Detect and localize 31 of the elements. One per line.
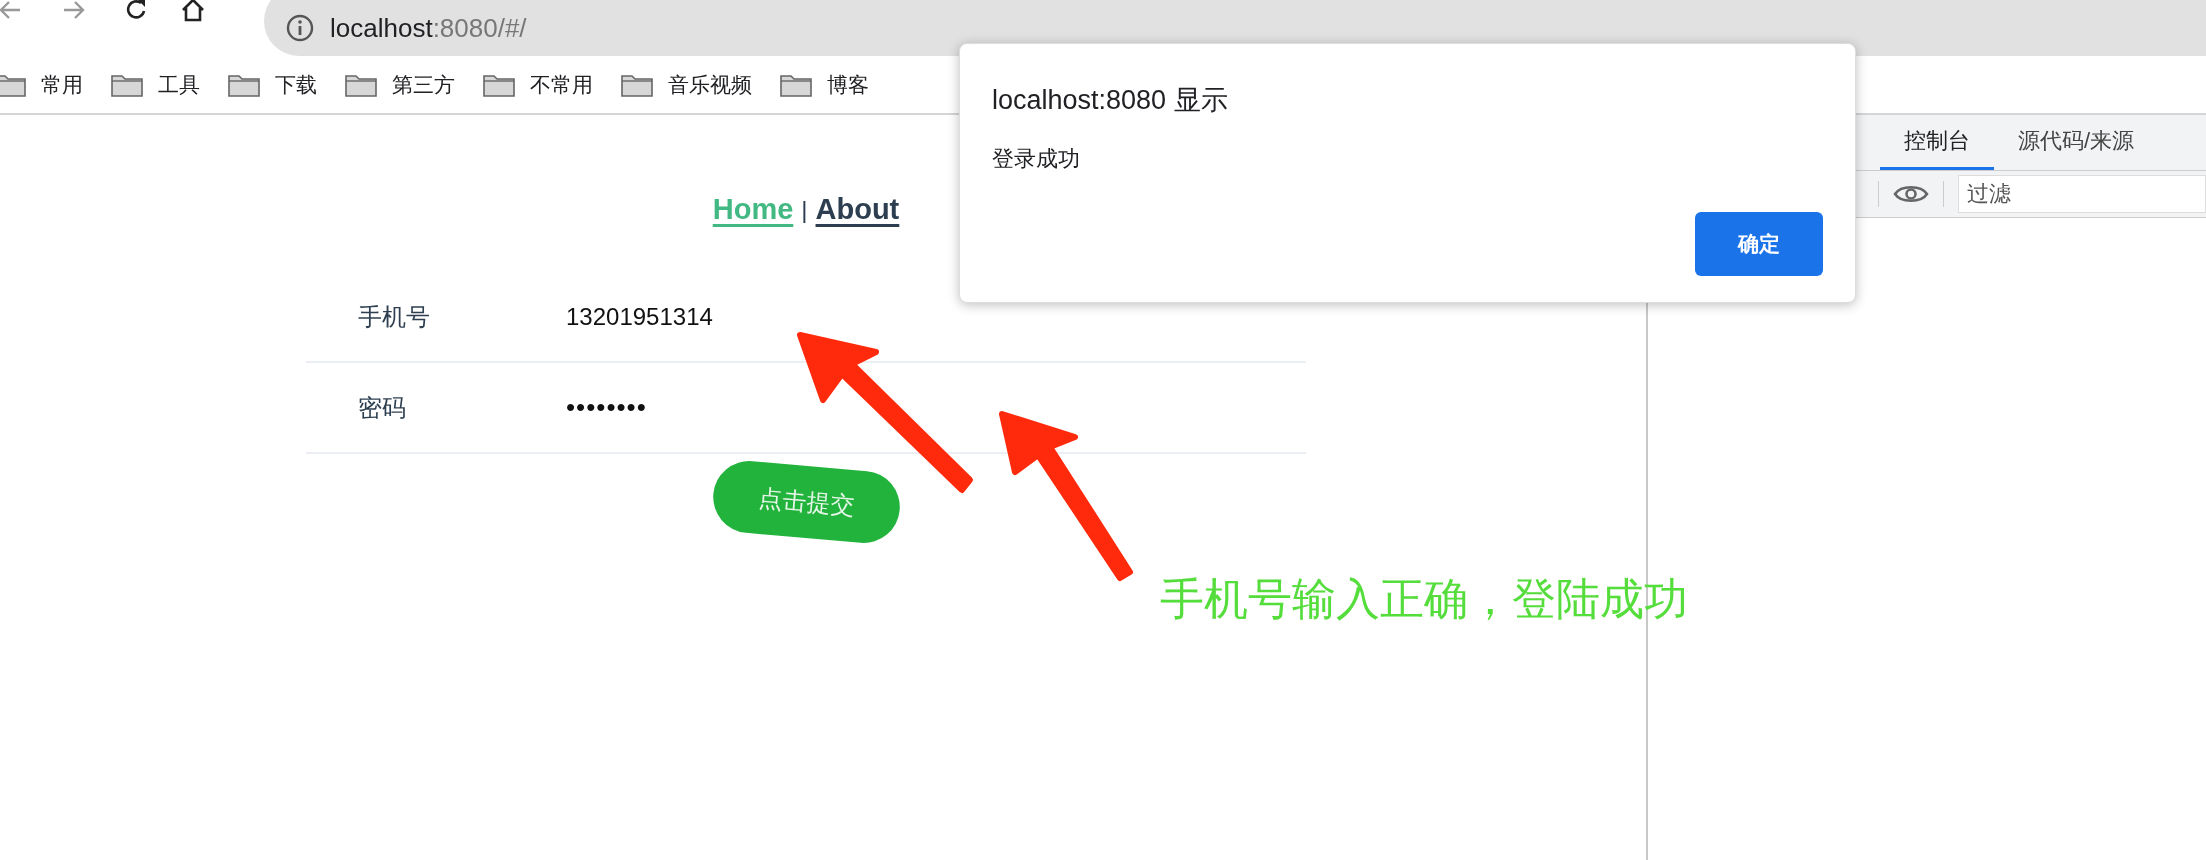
dialog-message: 登录成功: [992, 145, 1081, 173]
bookmark[interactable]: 音乐视频: [621, 71, 752, 99]
bookmark[interactable]: 工具: [111, 71, 200, 99]
annotation-text: 手机号输入正确，登陆成功: [1160, 573, 1688, 625]
dialog-title: localhost:8080 显示: [992, 84, 1229, 117]
bookmark[interactable]: 博客: [780, 71, 869, 99]
nav-separator: |: [801, 195, 808, 224]
bookmark[interactable]: 第三方: [345, 71, 455, 99]
password-field[interactable]: ••••••••: [566, 392, 647, 423]
ok-button[interactable]: 确定: [1695, 212, 1823, 276]
field-label: 密码: [357, 392, 407, 423]
folder-icon: [621, 73, 653, 97]
folder-icon: [228, 73, 260, 97]
url-text: localhost:8080/#/: [330, 12, 527, 44]
folder-icon: [483, 73, 515, 97]
bookmark[interactable]: 下载: [228, 71, 317, 99]
bookmark[interactable]: 常用: [0, 71, 83, 99]
bookmark[interactable]: 不常用: [483, 71, 593, 99]
folder-icon: [780, 73, 812, 97]
eye-icon[interactable]: [1893, 183, 1929, 205]
phone-field[interactable]: 13201951314: [566, 302, 713, 331]
info-icon[interactable]: [286, 14, 314, 42]
folder-icon: [345, 73, 377, 97]
folder-icon: [111, 73, 143, 97]
home-icon[interactable]: [180, 0, 206, 23]
folder-icon: [0, 73, 26, 97]
devtools-tab[interactable]: 源代码/来源: [1994, 115, 2159, 170]
field-label: 手机号: [357, 301, 431, 332]
filter-field[interactable]: 过滤: [1958, 175, 2206, 213]
address-bar[interactable]: localhost:8080/#/: [264, 0, 2206, 56]
nav-link[interactable]: About: [815, 193, 900, 226]
